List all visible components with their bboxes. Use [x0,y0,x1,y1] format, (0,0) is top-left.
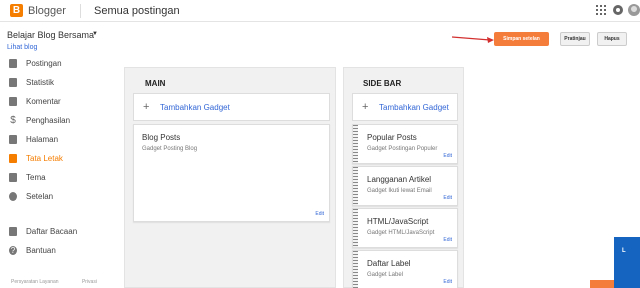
drag-handle[interactable] [353,167,358,205]
drag-handle[interactable] [353,125,358,163]
gadget-daftar-label[interactable]: Daftar Label Gadget Label Edit [352,250,458,288]
gadget-subtitle: Gadget Postingan Populer [367,146,438,152]
sidebar-item-label: Statistik [26,78,55,87]
gadget-title: Popular Posts [367,133,417,142]
sidebar-item-label: Setelan [26,192,54,201]
sidebar-item-setelan[interactable]: Setelan [0,189,120,207]
sidebar-item-label: Daftar Bacaan [26,227,78,236]
blog-selector[interactable]: Belajar Blog Bersama [7,30,94,40]
apps-grid-icon[interactable] [596,5,606,15]
view-blog-link[interactable]: Lihat blog [7,44,37,51]
divider [80,4,81,18]
save-settings-button[interactable]: Simpan setelan [494,32,549,46]
stats-icon [9,78,17,87]
chevron-down-icon[interactable]: ▼ [92,31,98,37]
edit-link[interactable]: Edit [443,279,452,285]
avatar[interactable] [628,4,640,16]
sidebar-item-label: Bantuan [26,246,56,255]
arrow-annotation [452,36,494,43]
comment-icon [9,97,17,106]
sidebar-item-tema[interactable]: Tema [0,170,120,188]
sidebar-item-postingan[interactable]: Postingan [0,56,120,74]
edit-link[interactable]: Edit [315,211,324,217]
privacy-link[interactable]: Privasi [82,279,97,285]
sidebar-item-label: Komentar [26,97,61,106]
dollar-icon: $ [10,115,16,126]
reading-list-icon [9,227,17,236]
sidebar-item-bantuan[interactable]: ? Bantuan [0,243,120,261]
add-gadget-label: Tambahkan Gadget [160,103,230,112]
sidebar-item-label: Penghasilan [26,116,71,125]
preview-button[interactable]: Pratinjau [560,32,590,46]
sidebar-item-statistik[interactable]: Statistik [0,75,120,93]
brand-name[interactable]: Blogger [28,5,66,17]
gadget-subtitle: Gadget Label [367,272,404,278]
add-gadget-button[interactable]: + Tambahkan Gadget [133,93,330,121]
gadget-title: Langganan Artikel [367,175,432,184]
drag-handle[interactable] [353,209,358,247]
add-gadget-label: Tambahkan Gadget [379,103,449,112]
sidebar-item-label: Tata Letak [26,154,63,163]
gadget-subtitle: Gadget HTML/JavaScript [367,230,435,236]
notifications-icon[interactable] [613,5,623,15]
drag-handle[interactable] [353,251,358,288]
gadget-title: Blog Posts [142,133,181,142]
gadget-title: HTML/JavaScript [367,217,429,226]
sidebar-item-penghasilan[interactable]: $ Penghasilan [0,113,120,131]
sidebar-item-komentar[interactable]: Komentar [0,94,120,112]
help-icon: ? [9,246,17,255]
paint-roller-icon [9,173,17,182]
gadget-popular-posts[interactable]: Popular Posts Gadget Postingan Populer E… [352,124,458,164]
edit-link[interactable]: Edit [443,237,452,243]
footer-links: Persyaratan Layanan Privasi [11,279,119,285]
layout-icon [9,154,17,163]
gadget-subtitle: Gadget Posting Blog [142,146,198,152]
terms-link[interactable]: Persyaratan Layanan [11,279,59,285]
sidebar-column: SIDE BAR + Tambahkan Gadget Popular Post… [343,67,464,288]
gadget-title: Daftar Label [367,259,411,268]
plus-icon: + [362,101,369,113]
sidebar-item-halaman[interactable]: Halaman [0,132,120,150]
gadget-html-javascript[interactable]: HTML/JavaScript Gadget HTML/JavaScript E… [352,208,458,248]
orange-bar [590,280,614,288]
right-panel[interactable]: L [614,237,640,288]
add-gadget-button[interactable]: + Tambahkan Gadget [352,93,458,121]
gear-icon [9,192,17,201]
plus-icon: + [143,101,150,113]
reset-button[interactable]: Hapus [597,32,627,46]
edit-link[interactable]: Edit [443,153,452,159]
sidebar-item-tata-letak[interactable]: Tata Letak [0,151,120,169]
pages-icon [9,135,17,144]
sidebar-item-label: Tema [26,173,46,182]
column-title: MAIN [145,79,166,88]
gadget-langganan-artikel[interactable]: Langganan Artikel Gadget Ikuti lewat Ema… [352,166,458,206]
sidebar-item-label: Halaman [26,135,59,144]
edit-link[interactable]: Edit [443,195,452,201]
sidebar-item-daftar-bacaan[interactable]: Daftar Bacaan [0,224,120,242]
gadget-blog-posts[interactable]: Blog Posts Gadget Posting Blog Edit [133,124,330,222]
top-bar: B Blogger Semua postingan [0,0,640,22]
sidebar-item-label: Postingan [26,59,62,68]
gadget-subtitle: Gadget Ikuti lewat Email [367,188,432,194]
main-column: MAIN + Tambahkan Gadget Blog Posts Gadge… [124,67,336,288]
blogger-logo-icon[interactable]: B [10,4,23,17]
posts-icon [9,59,17,68]
page-title: Semua postingan [94,5,180,17]
panel-letter: L [622,248,626,254]
column-title: SIDE BAR [363,79,402,88]
